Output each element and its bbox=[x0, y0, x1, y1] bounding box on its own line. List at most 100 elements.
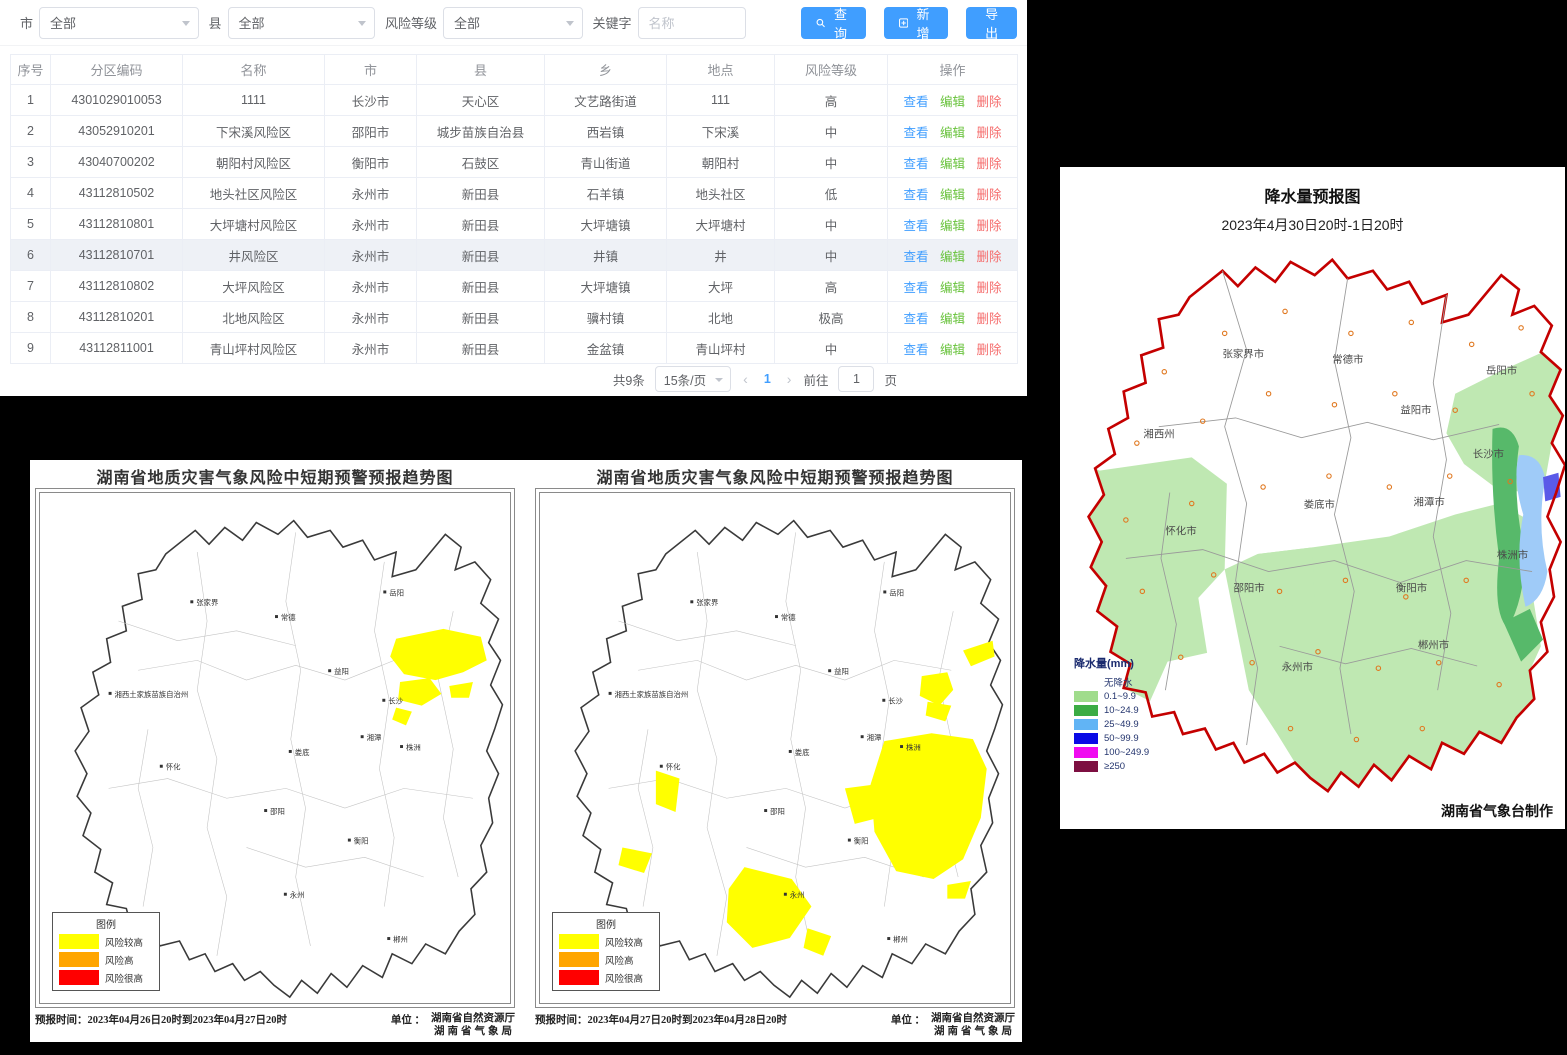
svg-text:湘西州: 湘西州 bbox=[1143, 428, 1174, 441]
edit-link[interactable]: 编辑 bbox=[940, 157, 965, 171]
edit-link[interactable]: 编辑 bbox=[940, 343, 965, 357]
view-link[interactable]: 查看 bbox=[903, 95, 928, 109]
legend-swatch-lightgreen bbox=[1074, 691, 1098, 702]
svg-text:湘潭市: 湘潭市 bbox=[1414, 496, 1445, 509]
svg-text:郴州: 郴州 bbox=[893, 935, 908, 944]
table-header-row: 序号 分区编码 名称 市 县 乡 地点 风险等级 操作 bbox=[11, 55, 1018, 85]
view-link[interactable]: 查看 bbox=[903, 188, 928, 202]
precip-map-title: 降水量预报图 bbox=[1060, 167, 1565, 207]
risk-level-cell: 低 bbox=[775, 178, 888, 209]
edit-link[interactable]: 编辑 bbox=[940, 126, 965, 140]
col-header: 风险等级 bbox=[775, 55, 888, 85]
edit-link[interactable]: 编辑 bbox=[940, 219, 965, 233]
col-header: 名称 bbox=[183, 55, 325, 85]
table-row: 4 43112810502 地头社区风险区 永州市 新田县 石羊镇 地头社区 低… bbox=[11, 178, 1018, 209]
legend-swatch-none bbox=[1074, 677, 1098, 688]
delete-link[interactable]: 删除 bbox=[976, 343, 1001, 357]
svg-text:永州: 永州 bbox=[790, 891, 805, 900]
edit-link[interactable]: 编辑 bbox=[940, 312, 965, 326]
unit-org-2: 湖南省气象局 bbox=[434, 1026, 515, 1037]
unit-label: 单位 ： bbox=[391, 1012, 425, 1038]
search-icon bbox=[816, 17, 825, 29]
trend-map-title: 湖南省地质灾害气象风险中短期预警预报趋势图 bbox=[30, 460, 520, 488]
delete-link[interactable]: 删除 bbox=[976, 250, 1001, 264]
city-filter-label: 市 bbox=[20, 13, 33, 32]
edit-link[interactable]: 编辑 bbox=[940, 188, 965, 202]
delete-link[interactable]: 删除 bbox=[976, 312, 1001, 326]
svg-text:邵阳市: 邵阳市 bbox=[1233, 581, 1264, 594]
col-header: 乡 bbox=[545, 55, 667, 85]
trend-legend: 图例 风险较高 风险高 风险很高 bbox=[552, 912, 660, 991]
delete-link[interactable]: 删除 bbox=[976, 281, 1001, 295]
total-count: 共9条 bbox=[613, 370, 645, 389]
delete-link[interactable]: 删除 bbox=[976, 188, 1001, 202]
svg-text:衡阳市: 衡阳市 bbox=[1396, 581, 1427, 594]
view-link[interactable]: 查看 bbox=[903, 219, 928, 233]
pagination: 共9条 15条/页 ‹ 1 › 前往 1 页 bbox=[613, 366, 897, 392]
risk-zone-table: 序号 分区编码 名称 市 县 乡 地点 风险等级 操作 1 4301029010… bbox=[10, 54, 1018, 364]
svg-text:湘潭: 湘潭 bbox=[367, 733, 382, 742]
view-link[interactable]: 查看 bbox=[903, 343, 928, 357]
risk-level-cell: 中 bbox=[775, 209, 888, 240]
city-select[interactable]: 全部 bbox=[39, 7, 199, 39]
add-button[interactable]: 新增 bbox=[884, 7, 949, 39]
svg-text:常德: 常德 bbox=[781, 613, 796, 622]
risk-level-select[interactable]: 全部 bbox=[443, 7, 582, 39]
county-select[interactable]: 全部 bbox=[228, 7, 375, 39]
svg-text:永州: 永州 bbox=[290, 891, 305, 900]
edit-link[interactable]: 编辑 bbox=[940, 250, 965, 264]
legend-swatch-yellow bbox=[59, 934, 99, 949]
risk-level-cell: 中 bbox=[775, 116, 888, 147]
forecast-time: 预报时间：2023年04月26日20时到2023年04月27日20时 bbox=[35, 1012, 287, 1038]
next-page-button[interactable]: › bbox=[785, 371, 794, 387]
col-header: 地点 bbox=[667, 55, 775, 85]
edit-link[interactable]: 编辑 bbox=[940, 281, 965, 295]
plus-box-icon bbox=[899, 17, 908, 29]
legend-swatch-magenta bbox=[1074, 747, 1098, 758]
col-header: 县 bbox=[417, 55, 545, 85]
current-page[interactable]: 1 bbox=[760, 372, 775, 386]
unit-org-1: 湖南省自然资源厅 bbox=[431, 1013, 515, 1024]
trend-map-title: 湖南省地质灾害气象风险中短期预警预报趋势图 bbox=[530, 460, 1020, 488]
goto-label: 前往 bbox=[803, 370, 828, 389]
risk-level-cell: 中 bbox=[775, 240, 888, 271]
svg-text:怀化: 怀化 bbox=[666, 763, 681, 772]
svg-text:衡阳: 衡阳 bbox=[854, 837, 869, 846]
unit-org-1: 湖南省自然资源厅 bbox=[931, 1013, 1015, 1024]
svg-text:永州市: 永州市 bbox=[1282, 660, 1313, 673]
goto-page-input[interactable]: 1 bbox=[838, 366, 874, 392]
col-header: 序号 bbox=[11, 55, 51, 85]
view-link[interactable]: 查看 bbox=[903, 126, 928, 140]
prev-page-button[interactable]: ‹ bbox=[741, 371, 750, 387]
view-link[interactable]: 查看 bbox=[903, 281, 928, 295]
view-link[interactable]: 查看 bbox=[903, 312, 928, 326]
view-link[interactable]: 查看 bbox=[903, 250, 928, 264]
page-size-select[interactable]: 15条/页 bbox=[655, 366, 731, 392]
delete-link[interactable]: 删除 bbox=[976, 126, 1001, 140]
view-link[interactable]: 查看 bbox=[903, 157, 928, 171]
svg-text:娄底: 娄底 bbox=[295, 748, 310, 757]
keyword-input[interactable]: 名称 bbox=[638, 7, 747, 39]
delete-link[interactable]: 删除 bbox=[976, 219, 1001, 233]
legend-swatch-green bbox=[1074, 705, 1098, 716]
svg-text:益阳: 益阳 bbox=[334, 667, 349, 676]
svg-text:株洲市: 株洲市 bbox=[1497, 548, 1528, 561]
table-row: 1 4301029010053 1111 长沙市 天心区 文艺路街道 111 高… bbox=[11, 85, 1018, 116]
svg-text:湘潭: 湘潭 bbox=[867, 733, 882, 742]
actions-cell: 查看 编辑 删除 bbox=[888, 333, 1018, 364]
search-button[interactable]: 查询 bbox=[801, 7, 866, 39]
chevron-down-icon bbox=[358, 21, 366, 26]
svg-text:怀化: 怀化 bbox=[166, 763, 181, 772]
filter-bar: 市 全部 县 全部 风险等级 全部 关键字 名称 查询 新增 导出 bbox=[0, 0, 1027, 46]
trend-map-figure-1: 湖南省地质灾害气象风险中短期预警预报趋势图 bbox=[30, 460, 520, 1042]
table-row: 5 43112810801 大坪塘村风险区 永州市 新田县 大坪塘镇 大坪塘村 … bbox=[11, 209, 1018, 240]
svg-text:岳阳市: 岳阳市 bbox=[1486, 364, 1517, 377]
delete-link[interactable]: 删除 bbox=[976, 157, 1001, 171]
delete-link[interactable]: 删除 bbox=[976, 95, 1001, 109]
export-button[interactable]: 导出 bbox=[966, 7, 1017, 39]
legend-swatch-maroon bbox=[1074, 761, 1098, 772]
svg-text:株洲: 株洲 bbox=[406, 743, 421, 752]
edit-link[interactable]: 编辑 bbox=[940, 95, 965, 109]
svg-text:张家界: 张家界 bbox=[196, 598, 219, 607]
table-row: 8 43112810201 北地风险区 永州市 新田县 骥村镇 北地 极高 查看… bbox=[11, 302, 1018, 333]
